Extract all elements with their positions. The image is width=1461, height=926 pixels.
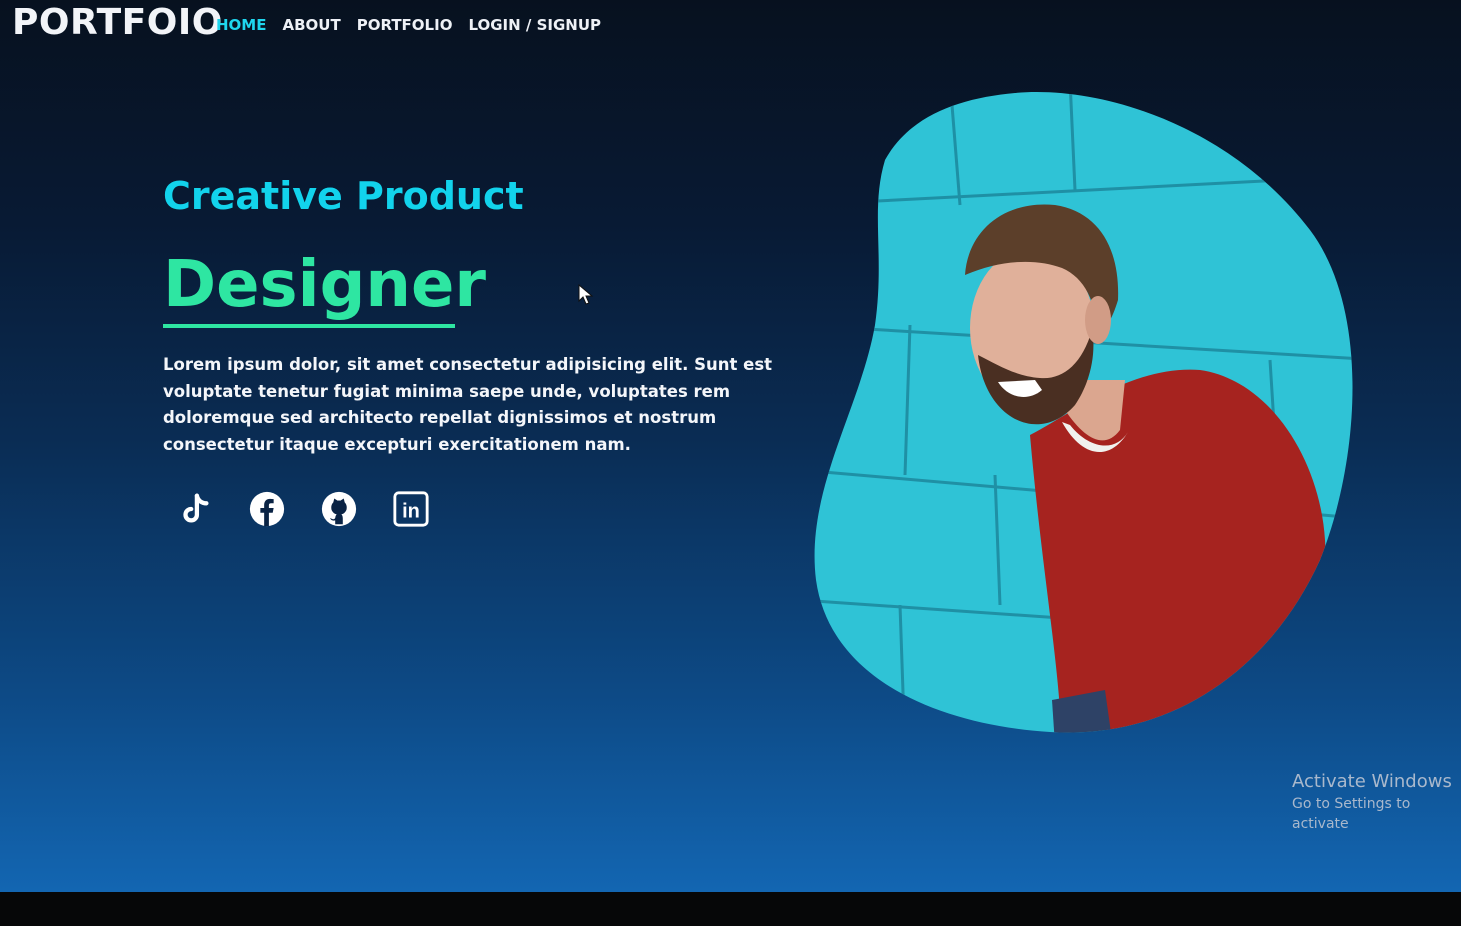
site-logo[interactable]: PORTFOIO — [12, 2, 223, 43]
linkedin-icon: in — [393, 491, 429, 527]
nav-portfolio-link[interactable]: PORTFOLIO — [357, 16, 453, 34]
portfolio-page: PORTFOIO HOME ABOUT PORTFOLIO LOGIN / SI… — [0, 0, 1461, 892]
monitor-bezel — [0, 892, 1461, 926]
social-links: in — [176, 490, 430, 528]
linkedin-link[interactable]: in — [392, 490, 430, 528]
mouse-cursor-icon — [578, 284, 594, 305]
facebook-icon — [249, 491, 285, 527]
hero-description: Lorem ipsum dolor, sit amet consectetur … — [163, 355, 773, 454]
hero-subtitle: Creative Product — [163, 174, 524, 218]
profile-photo — [814, 92, 1353, 733]
linkedin-glyph: in — [402, 501, 420, 523]
nav-home-link[interactable]: HOME — [216, 16, 266, 34]
facebook-link[interactable] — [248, 490, 286, 528]
hero-title-block: Designer — [163, 244, 486, 328]
main-nav: HOME ABOUT PORTFOLIO LOGIN / SIGNUP — [216, 16, 601, 34]
github-link[interactable] — [320, 490, 358, 528]
watermark-subtitle: Go to Settings to activate — [1292, 796, 1411, 832]
nav-login-signup-link[interactable]: LOGIN / SIGNUP — [468, 16, 601, 34]
title-underline — [163, 324, 455, 328]
watermark-title: Activate Windows — [1292, 771, 1452, 792]
hero-title: Designer — [163, 248, 486, 322]
nav-about-link[interactable]: ABOUT — [282, 16, 340, 34]
tiktok-icon — [183, 493, 209, 523]
activate-windows-watermark: Activate Windows Go to Settings to activ… — [1292, 770, 1461, 834]
tiktok-link[interactable] — [176, 490, 214, 528]
github-icon — [321, 491, 357, 527]
